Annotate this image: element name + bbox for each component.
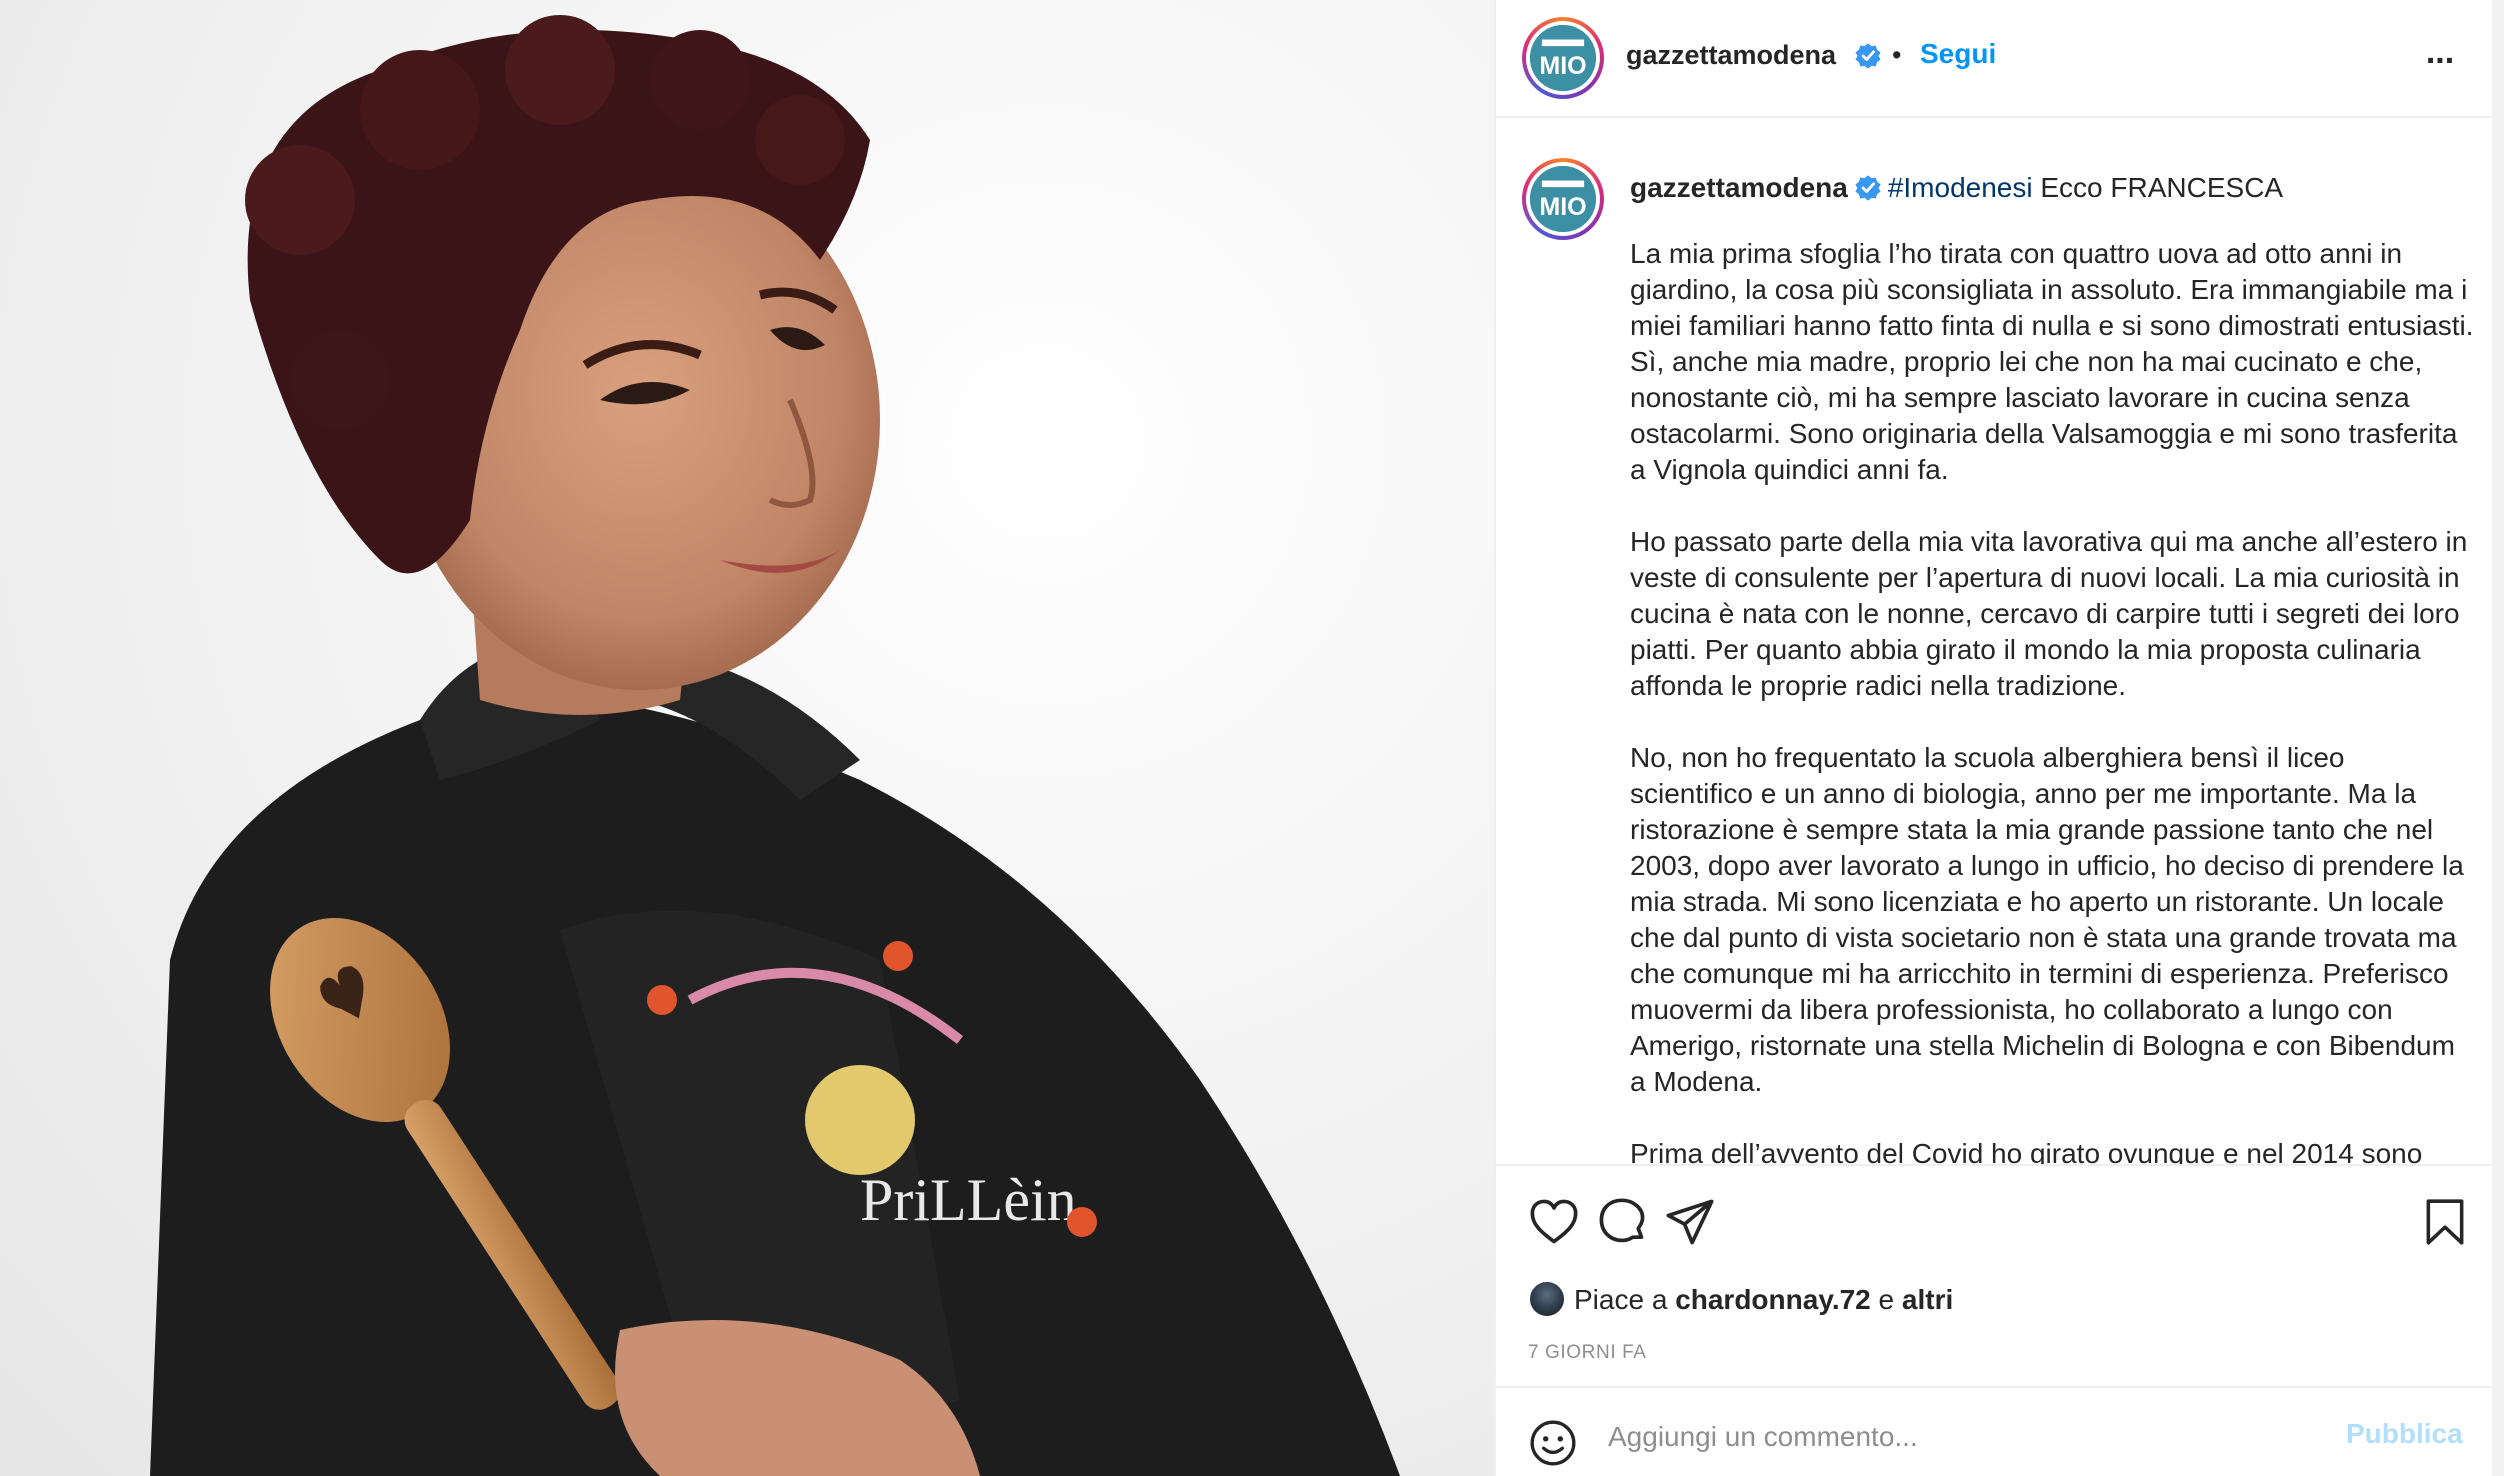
chef-with-wooden-spoon-photo: PriLLèin — [150, 15, 1400, 1476]
author-username[interactable]: gazzettamodena — [1626, 40, 1836, 71]
caption-paragraph: No, non ho frequentato la scuola albergh… — [1630, 742, 2464, 1097]
likes-others-link[interactable]: altri — [1902, 1284, 1953, 1315]
liker-avatar[interactable] — [1528, 1280, 1566, 1318]
comment-bubble-icon[interactable] — [1596, 1196, 1648, 1248]
likes-conjunction: e — [1878, 1284, 1895, 1315]
post-actions: Piace a chardonnay.72 e altri 7 GIORNI F… — [1496, 1164, 2494, 1394]
post-header: MIO gazzettamodena • Segui ... — [1496, 0, 2494, 118]
more-options-icon[interactable]: ... — [2416, 34, 2464, 82]
gazzetta-mio-logo-icon: MIO — [1530, 166, 1596, 232]
caption-paragraph: Ho passato parte della mia vita lavorati… — [1630, 526, 2468, 701]
separator-dot: • — [1892, 40, 1902, 70]
caption-author-avatar[interactable]: MIO — [1522, 158, 1604, 240]
caption-header-line: gazzettamodena #Imodenesi Ecco FRANCESCA — [1630, 170, 2470, 206]
caption-username[interactable]: gazzettamodena — [1630, 172, 1848, 203]
caption-paragraph: Prima dell’avvento del Covid ho girato o… — [1630, 1138, 2423, 1164]
paper-plane-icon[interactable] — [1664, 1196, 1716, 1248]
hashtag-link[interactable]: #Imodenesi — [1888, 172, 2033, 203]
comment-bar: Pubblica — [1496, 1386, 2494, 1476]
caption-text: La mia prima sfoglia l’ho tirata con qua… — [1630, 236, 2475, 1164]
svg-text:MIO: MIO — [1539, 52, 1586, 80]
caption-lead: Ecco FRANCESCA — [2040, 172, 2284, 203]
gazzetta-mio-logo-icon: MIO — [1530, 25, 1596, 91]
svg-text:MIO: MIO — [1539, 193, 1586, 221]
post-side-panel: MIO gazzettamodena • Segui ... MIO gazze… — [1494, 0, 2494, 1476]
follow-button[interactable]: Segui — [1920, 38, 1996, 70]
verified-badge-icon — [1855, 43, 1881, 69]
svg-text:PriLLèin: PriLLèin — [860, 1167, 1077, 1233]
comment-input[interactable] — [1608, 1412, 2308, 1462]
emoji-smile-icon[interactable] — [1528, 1418, 1578, 1468]
post-timestamp[interactable]: 7 GIORNI FA — [1528, 1342, 1647, 1364]
likes-summary: Piace a chardonnay.72 e altri — [1528, 1280, 1953, 1324]
likes-prefix: Piace a — [1574, 1284, 1668, 1315]
publish-button[interactable]: Pubblica — [2346, 1418, 2463, 1450]
liker-username[interactable]: chardonnay.72 — [1675, 1284, 1871, 1315]
author-avatar[interactable]: MIO — [1522, 17, 1604, 99]
caption-section[interactable]: MIO gazzettamodena #Imodenesi Ecco FRANC… — [1496, 120, 2494, 1164]
verified-badge-icon — [1855, 175, 1881, 201]
heart-icon[interactable] — [1528, 1196, 1580, 1248]
post-photo[interactable]: PriLLèin — [0, 0, 1494, 1476]
bookmark-icon[interactable] — [2420, 1196, 2470, 1248]
instagram-post-modal: PriLLèin MIO gazzettamodena • Segui ... … — [0, 0, 2504, 1476]
caption-paragraph: La mia prima sfoglia l’ho tirata con qua… — [1630, 238, 2474, 485]
window-edge-strip — [2492, 0, 2504, 1476]
